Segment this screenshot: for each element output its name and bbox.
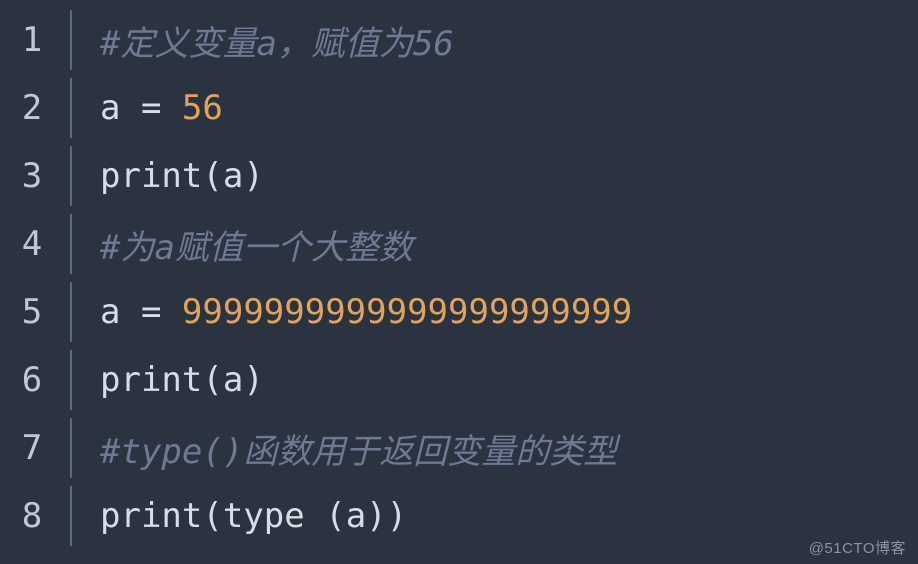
identifier-token: a bbox=[100, 292, 141, 332]
comment-token: #type()函数用于返回变量的类型 bbox=[100, 432, 617, 472]
identifier-token: print bbox=[100, 156, 202, 196]
code-line: 1 #定义变量a，赋值为56 bbox=[0, 6, 918, 74]
comment-token: #为a赋值一个大整数 bbox=[100, 228, 413, 268]
line-number: 7 bbox=[0, 428, 70, 468]
watermark: @51CTO博客 bbox=[809, 537, 906, 558]
operator-token: = bbox=[141, 292, 182, 332]
punct-token: ) bbox=[243, 360, 263, 400]
code-line: 8 print(type (a)) bbox=[0, 482, 918, 550]
code-line: 2 a = 56 bbox=[0, 74, 918, 142]
line-content: print(a) bbox=[72, 156, 264, 196]
punct-token: ) bbox=[243, 156, 263, 196]
punct-token: ( bbox=[202, 496, 222, 536]
line-content: print(a) bbox=[72, 360, 264, 400]
line-number: 5 bbox=[0, 292, 70, 332]
line-number: 3 bbox=[0, 156, 70, 196]
number-token: 56 bbox=[182, 88, 223, 128]
identifier-token: a bbox=[223, 360, 243, 400]
operator-token: = bbox=[141, 88, 182, 128]
line-content: print(type (a)) bbox=[72, 496, 407, 536]
line-number: 4 bbox=[0, 224, 70, 264]
line-number: 2 bbox=[0, 88, 70, 128]
punct-token: ( bbox=[325, 496, 345, 536]
code-line: 3 print(a) bbox=[0, 142, 918, 210]
identifier-token: a bbox=[346, 496, 366, 536]
code-line: 5 a = 9999999999999999999999 bbox=[0, 278, 918, 346]
code-line: 7 #type()函数用于返回变量的类型 bbox=[0, 414, 918, 482]
comment-token: #定义变量a，赋值为56 bbox=[100, 24, 454, 64]
punct-token: )) bbox=[366, 496, 407, 536]
identifier-token: print bbox=[100, 360, 202, 400]
code-line: 4 #为a赋值一个大整数 bbox=[0, 210, 918, 278]
punct-token: ( bbox=[202, 156, 222, 196]
identifier-token: a bbox=[223, 156, 243, 196]
line-number: 6 bbox=[0, 360, 70, 400]
code-block: 1 #定义变量a，赋值为56 2 a = 56 3 print(a) 4 #为a… bbox=[0, 0, 918, 550]
line-number: 8 bbox=[0, 496, 70, 536]
punct-token: ( bbox=[202, 360, 222, 400]
line-content: a = 56 bbox=[72, 88, 223, 128]
line-content: #为a赋值一个大整数 bbox=[72, 220, 413, 269]
line-number: 1 bbox=[0, 20, 70, 60]
identifier-token: type bbox=[223, 496, 325, 536]
identifier-token: print bbox=[100, 496, 202, 536]
line-content: a = 9999999999999999999999 bbox=[72, 292, 632, 332]
number-token: 9999999999999999999999 bbox=[182, 292, 632, 332]
line-content: #定义变量a，赋值为56 bbox=[72, 16, 454, 65]
code-line: 6 print(a) bbox=[0, 346, 918, 414]
line-content: #type()函数用于返回变量的类型 bbox=[72, 424, 617, 473]
identifier-token: a bbox=[100, 88, 141, 128]
